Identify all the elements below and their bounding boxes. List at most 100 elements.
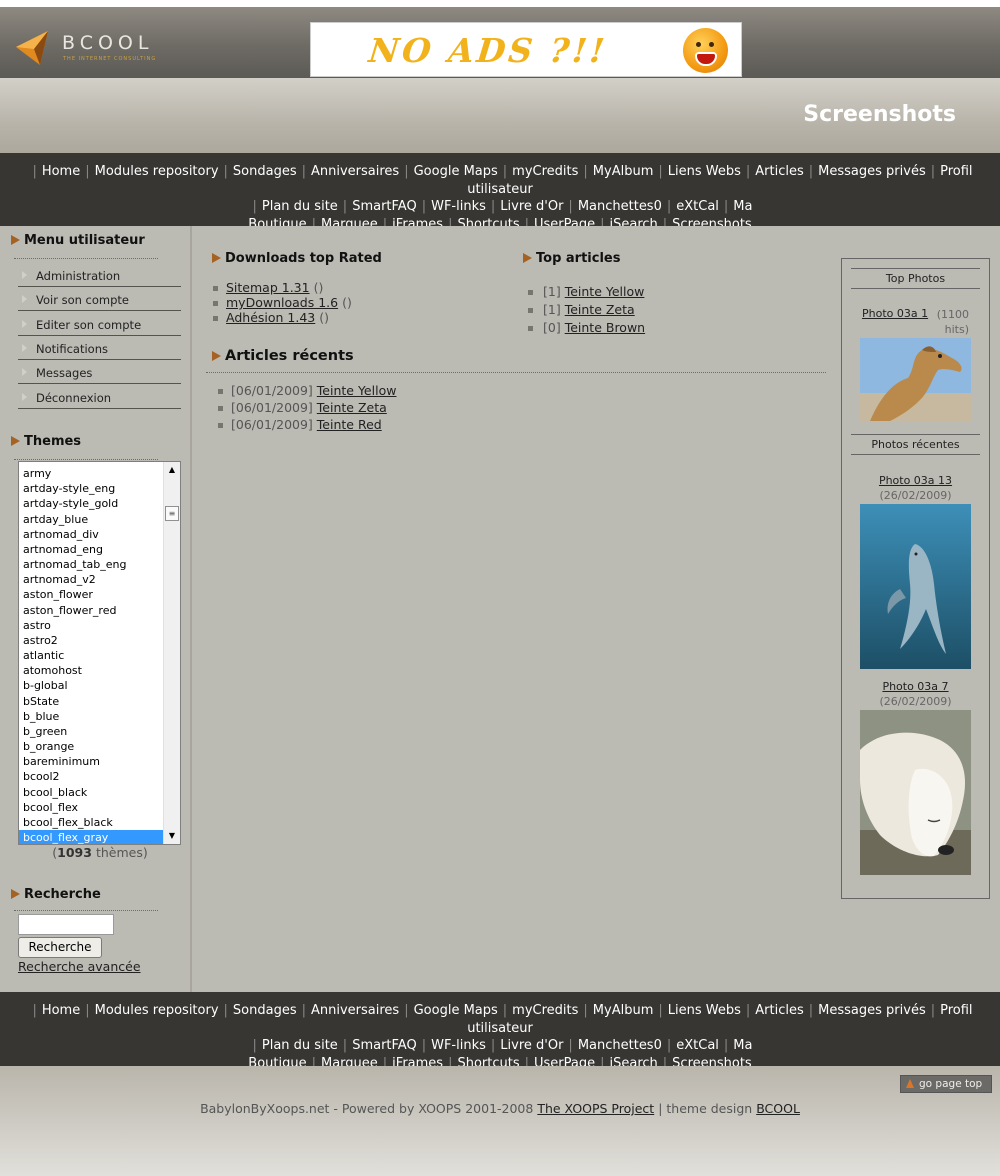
nav-row: | Home | Modules repository | Sondages | Annive… xyxy=(0,163,1000,198)
recent-photo-1-name[interactable]: Photo 03a 13 xyxy=(842,474,989,487)
nav-item-google-maps[interactable]: Google Maps xyxy=(414,164,498,179)
recent-article-link[interactable]: Teinte Red xyxy=(317,417,382,432)
top-article-link[interactable]: Teinte Zeta xyxy=(565,302,635,317)
theme-option[interactable]: astro xyxy=(19,618,164,633)
advanced-search-link[interactable]: Recherche avancée xyxy=(18,959,141,974)
user-menu-item-administration[interactable]: Administration xyxy=(18,263,181,287)
scroll-up-icon[interactable]: ▲ xyxy=(164,462,180,478)
bullet-arrow-icon xyxy=(212,253,221,263)
nav-item-articles[interactable]: Articles xyxy=(755,1003,803,1018)
recent-article-link[interactable]: Teinte Zeta xyxy=(317,400,387,415)
theme-option[interactable]: bareminimum xyxy=(19,754,164,769)
top-article-link[interactable]: Teinte Yellow xyxy=(565,284,645,299)
nav-item-liens-webs[interactable]: Liens Webs xyxy=(668,1003,741,1018)
scroll-down-icon[interactable]: ▼ xyxy=(164,828,180,844)
nav-item-home[interactable]: Home xyxy=(42,164,80,179)
theme-option[interactable]: artday-style_eng xyxy=(19,481,164,496)
nav-separator: | xyxy=(502,1003,508,1018)
nav-item-mycredits[interactable]: myCredits xyxy=(512,164,578,179)
search-button[interactable]: Recherche xyxy=(18,937,102,958)
nav-item-wf-links[interactable]: WF-links xyxy=(431,1038,486,1053)
search-input[interactable] xyxy=(18,914,114,935)
nav-item-livre-d-or[interactable]: Livre d'Or xyxy=(500,1038,563,1053)
nav-item-messages-prives[interactable]: Messages privés xyxy=(818,164,926,179)
nav-item-liens-webs[interactable]: Liens Webs xyxy=(668,164,741,179)
theme-option[interactable]: bcool_flex_black xyxy=(19,815,164,830)
theme-option[interactable]: astro2 xyxy=(19,633,164,648)
nav-item-livre-d-or[interactable]: Livre d'Or xyxy=(500,199,563,214)
nav-item-extcal[interactable]: eXtCal xyxy=(676,1038,719,1053)
theme-option[interactable]: b_orange xyxy=(19,739,164,754)
nav-item-smartfaq[interactable]: SmartFAQ xyxy=(352,1038,417,1053)
go-page-top-button[interactable]: go page top xyxy=(900,1075,992,1093)
theme-scrollbar[interactable]: ▲ ≡ ▼ xyxy=(163,462,180,844)
theme-option[interactable]: b-global xyxy=(19,678,164,693)
theme-option[interactable]: bcool_flex xyxy=(19,800,164,815)
dolphin-photo[interactable] xyxy=(860,504,971,669)
user-menu-item-editer-son-compte[interactable]: Editer son compte xyxy=(18,312,181,336)
nav-item-google-maps[interactable]: Google Maps xyxy=(414,1003,498,1018)
theme-option[interactable]: aston_flower_red xyxy=(19,603,164,618)
theme-option[interactable]: artnomad_eng xyxy=(19,542,164,557)
bcool-link[interactable]: BCOOL xyxy=(756,1101,800,1116)
scroll-thumb[interactable]: ≡ xyxy=(165,506,179,521)
user-menu-item-messages[interactable]: Messages xyxy=(18,360,181,385)
nav-item-home[interactable]: Home xyxy=(42,1003,80,1018)
nav-item-manchettes0[interactable]: Manchettes0 xyxy=(578,1038,662,1053)
recent-photo-2-name[interactable]: Photo 03a 7 xyxy=(842,680,989,693)
recent-article-link[interactable]: Teinte Yellow xyxy=(317,383,397,398)
camel-photo[interactable] xyxy=(860,338,971,421)
top-article-link[interactable]: Teinte Brown xyxy=(565,320,645,335)
theme-option[interactable]: artday_blue xyxy=(19,512,164,527)
polar-bear-photo[interactable] xyxy=(860,710,971,875)
ad-banner[interactable]: NO ADS ?!! xyxy=(310,22,742,77)
nav-item-anniversaires[interactable]: Anniversaires xyxy=(311,164,399,179)
user-menu-item-notifications[interactable]: Notifications xyxy=(18,336,181,360)
user-menu-item-voir-son-compte[interactable]: Voir son compte xyxy=(18,287,181,312)
download-link[interactable]: Sitemap 1.31 xyxy=(226,280,310,295)
top-articles-list: [1] Teinte Yellow [1] Teinte Zeta [0] Tein… xyxy=(528,284,645,338)
theme-option[interactable]: bState xyxy=(19,694,164,709)
nav-item-mycredits[interactable]: myCredits xyxy=(512,1003,578,1018)
theme-option[interactable]: atlantic xyxy=(19,648,164,663)
user-menu-item-deconnexion[interactable]: Déconnexion xyxy=(18,385,181,409)
theme-option[interactable]: bcool_flex_gray xyxy=(19,830,164,844)
theme-option[interactable]: artday-style_gold xyxy=(19,496,164,511)
nav-item-wf-links[interactable]: WF-links xyxy=(431,199,486,214)
theme-option[interactable]: artnomad_div xyxy=(19,527,164,542)
nav-item-smartfaq[interactable]: SmartFAQ xyxy=(352,199,417,214)
download-link[interactable]: myDownloads 1.6 xyxy=(226,295,338,310)
articles-divider xyxy=(206,372,826,373)
menu-bullet-icon xyxy=(22,392,27,401)
theme-option[interactable]: bcool2 xyxy=(19,769,164,784)
nav-item-anniversaires[interactable]: Anniversaires xyxy=(311,1003,399,1018)
download-link[interactable]: Adhésion 1.43 xyxy=(226,310,315,325)
theme-option[interactable]: atomohost xyxy=(19,663,164,678)
theme-option[interactable]: artnomad_v2 xyxy=(19,572,164,587)
nav-item-articles[interactable]: Articles xyxy=(755,164,803,179)
nav-item-sondages[interactable]: Sondages xyxy=(233,164,297,179)
nav-item-myalbum[interactable]: MyAlbum xyxy=(593,164,654,179)
theme-option[interactable]: aston_flower xyxy=(19,587,164,602)
nav-separator: | xyxy=(421,199,427,214)
nav-item-plan-du-site[interactable]: Plan du site xyxy=(262,199,338,214)
theme-option[interactable]: army xyxy=(19,466,164,481)
xoops-project-link[interactable]: The XOOPS Project xyxy=(537,1101,654,1116)
download-item: Adhésion 1.43 () xyxy=(213,310,352,325)
bcool-logo[interactable]: BCOOL THE INTERNET CONSULTING xyxy=(14,29,164,69)
nav-item-extcal[interactable]: eXtCal xyxy=(676,199,719,214)
nav-item-messages-prives[interactable]: Messages privés xyxy=(818,1003,926,1018)
nav-item-sondages[interactable]: Sondages xyxy=(233,1003,297,1018)
nav-item-modules-repository[interactable]: Modules repository xyxy=(95,164,219,179)
nav-item-manchettes0[interactable]: Manchettes0 xyxy=(578,199,662,214)
theme-option[interactable]: b_blue xyxy=(19,709,164,724)
theme-option[interactable]: bcool_black xyxy=(19,785,164,800)
theme-option[interactable]: artnomad_tab_eng xyxy=(19,557,164,572)
nav-item-myalbum[interactable]: MyAlbum xyxy=(593,1003,654,1018)
article-date: [06/01/2009] xyxy=(231,417,313,432)
theme-option[interactable]: b_green xyxy=(19,724,164,739)
theme-select-list[interactable]: army artday-style_eng artday-style_gold art… xyxy=(18,461,181,845)
user-menu-label: Déconnexion xyxy=(36,390,112,405)
nav-item-plan-du-site[interactable]: Plan du site xyxy=(262,1038,338,1053)
nav-item-modules-repository[interactable]: Modules repository xyxy=(95,1003,219,1018)
